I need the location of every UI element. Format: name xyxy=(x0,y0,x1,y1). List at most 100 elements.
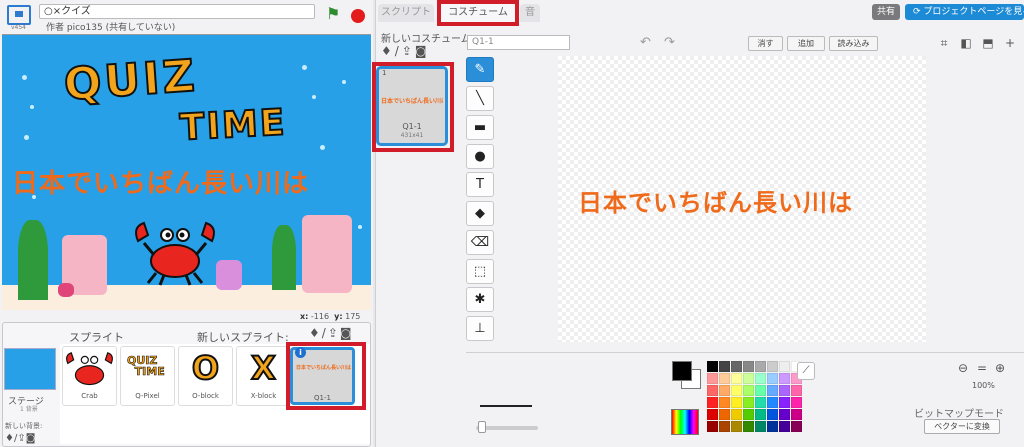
share-button[interactable]: 共有 xyxy=(872,4,900,20)
stage-thumbnail[interactable] xyxy=(4,348,56,390)
crab-sprite[interactable] xyxy=(130,213,220,288)
color-swatch[interactable] xyxy=(731,385,742,396)
new-sprite-tools[interactable]: ♦/⇪◙ xyxy=(309,326,354,340)
color-swatch[interactable] xyxy=(743,409,754,420)
color-swatch[interactable] xyxy=(767,397,778,408)
color-swatch[interactable] xyxy=(779,409,790,420)
library-icon[interactable]: ♦ xyxy=(5,433,14,444)
import-button[interactable]: 読み込み xyxy=(829,36,878,51)
color-swatch[interactable] xyxy=(755,397,766,408)
clear-button[interactable]: 消す xyxy=(748,36,783,51)
color-swatch[interactable] xyxy=(743,421,754,432)
sprite-name: O-block xyxy=(192,392,219,400)
brush-icon[interactable]: ✎ xyxy=(466,57,494,82)
upload-icon[interactable]: ⇪ xyxy=(402,44,415,58)
costume-name-input[interactable]: Q1-1 xyxy=(467,35,570,50)
new-backdrop-tools[interactable]: ♦/⇪◙ xyxy=(5,433,35,444)
color-swatch[interactable] xyxy=(755,409,766,420)
color-swatch[interactable] xyxy=(767,409,778,420)
paint-icon[interactable]: / xyxy=(395,44,402,58)
color-swatch[interactable] xyxy=(791,385,802,396)
crop-icon[interactable]: ⌗ xyxy=(935,34,953,52)
set-center-icon[interactable]: + xyxy=(1001,34,1019,52)
flip-horizontal-icon[interactable]: ◧ xyxy=(957,34,975,52)
color-swatch[interactable] xyxy=(719,373,730,384)
color-swatch[interactable] xyxy=(731,421,742,432)
add-button[interactable]: 追加 xyxy=(787,36,825,51)
color-swatch[interactable] xyxy=(719,421,730,432)
tab-scripts[interactable]: スクリプト xyxy=(378,4,434,22)
color-swatch[interactable] xyxy=(719,409,730,420)
select-icon[interactable]: ⬚ xyxy=(466,259,494,284)
color-swatch[interactable] xyxy=(779,385,790,396)
sprite-name: Crab xyxy=(81,392,98,400)
color-swatch[interactable] xyxy=(719,385,730,396)
camera-icon[interactable]: ◙ xyxy=(415,44,430,58)
primary-color-swatch[interactable] xyxy=(672,361,692,381)
stop-icon[interactable] xyxy=(351,9,365,23)
project-page-button[interactable]: ⟳ プロジェクトページを見る xyxy=(905,4,1024,20)
ellipse-icon[interactable]: ● xyxy=(466,144,494,169)
color-swatch[interactable] xyxy=(791,397,802,408)
color-swatch[interactable] xyxy=(755,385,766,396)
color-swatch[interactable] xyxy=(755,361,766,372)
redo-icon[interactable]: ↷ xyxy=(664,35,675,50)
color-swatch[interactable] xyxy=(767,373,778,384)
color-swatch[interactable] xyxy=(767,361,778,372)
slider-handle[interactable] xyxy=(478,421,486,433)
rectangle-icon[interactable]: ▬ xyxy=(466,115,494,140)
undo-icon[interactable]: ↶ xyxy=(640,35,651,50)
color-swatch[interactable] xyxy=(707,373,718,384)
color-swatch[interactable] xyxy=(731,397,742,408)
eraser-icon[interactable]: ⌫ xyxy=(466,230,494,255)
color-swatch[interactable] xyxy=(731,373,742,384)
upload-icon[interactable]: ⇪ xyxy=(328,326,340,340)
color-swatch[interactable] xyxy=(743,385,754,396)
color-swatch[interactable] xyxy=(707,385,718,396)
color-swatch[interactable] xyxy=(707,421,718,432)
color-swatch[interactable] xyxy=(719,397,730,408)
color-swatch[interactable] xyxy=(743,361,754,372)
text-icon[interactable]: T xyxy=(466,172,494,197)
new-costume-tools[interactable]: ♦/⇪◙ xyxy=(381,44,430,58)
color-swatch[interactable] xyxy=(779,421,790,432)
zoom-in-icon[interactable]: ⊕ xyxy=(995,361,1005,375)
camera-icon[interactable]: ◙ xyxy=(340,326,354,340)
color-swatch[interactable] xyxy=(731,409,742,420)
color-swatch[interactable] xyxy=(755,373,766,384)
flip-vertical-icon[interactable]: ⬒ xyxy=(979,34,997,52)
line-icon[interactable]: ╲ xyxy=(466,86,494,111)
fill-icon[interactable]: ◆ xyxy=(466,201,494,226)
project-title-input[interactable]: ○×クイズ xyxy=(39,4,315,19)
color-swatch[interactable] xyxy=(707,409,718,420)
convert-to-vector-button[interactable]: ベクターに変換 xyxy=(924,419,1000,434)
color-swatch[interactable] xyxy=(731,361,742,372)
color-picker-swatch[interactable] xyxy=(671,409,699,435)
fullscreen-icon[interactable] xyxy=(7,5,31,25)
color-swatch[interactable] xyxy=(779,373,790,384)
green-flag-icon[interactable]: ⚑ xyxy=(326,6,340,22)
color-swatch[interactable] xyxy=(755,421,766,432)
eyedropper-icon[interactable]: ⟋ xyxy=(797,362,815,380)
tab-sounds[interactable]: 音 xyxy=(520,4,540,22)
color-swatch[interactable] xyxy=(767,385,778,396)
library-icon[interactable]: ♦ xyxy=(309,326,322,340)
color-swatch[interactable] xyxy=(779,361,790,372)
color-swatch[interactable] xyxy=(791,409,802,420)
camera-icon[interactable]: ◙ xyxy=(26,433,36,444)
color-swatch[interactable] xyxy=(719,361,730,372)
zoom-reset-icon[interactable]: = xyxy=(977,361,987,375)
upload-icon[interactable]: ⇪ xyxy=(17,433,25,444)
color-swatch[interactable] xyxy=(707,397,718,408)
color-swatch[interactable] xyxy=(767,421,778,432)
color-swatch[interactable] xyxy=(791,421,802,432)
stamp-icon[interactable]: ⊥ xyxy=(466,316,494,341)
color-swatch[interactable] xyxy=(779,397,790,408)
color-swatch[interactable] xyxy=(743,373,754,384)
stage-canvas[interactable]: QUIZ TIME 日本でいちばん長い川は xyxy=(2,34,371,310)
magic-select-icon[interactable]: ✱ xyxy=(466,287,494,312)
color-swatch[interactable] xyxy=(707,361,718,372)
color-swatch[interactable] xyxy=(743,397,754,408)
library-icon[interactable]: ♦ xyxy=(381,44,395,58)
zoom-out-icon[interactable]: ⊖ xyxy=(958,361,968,375)
